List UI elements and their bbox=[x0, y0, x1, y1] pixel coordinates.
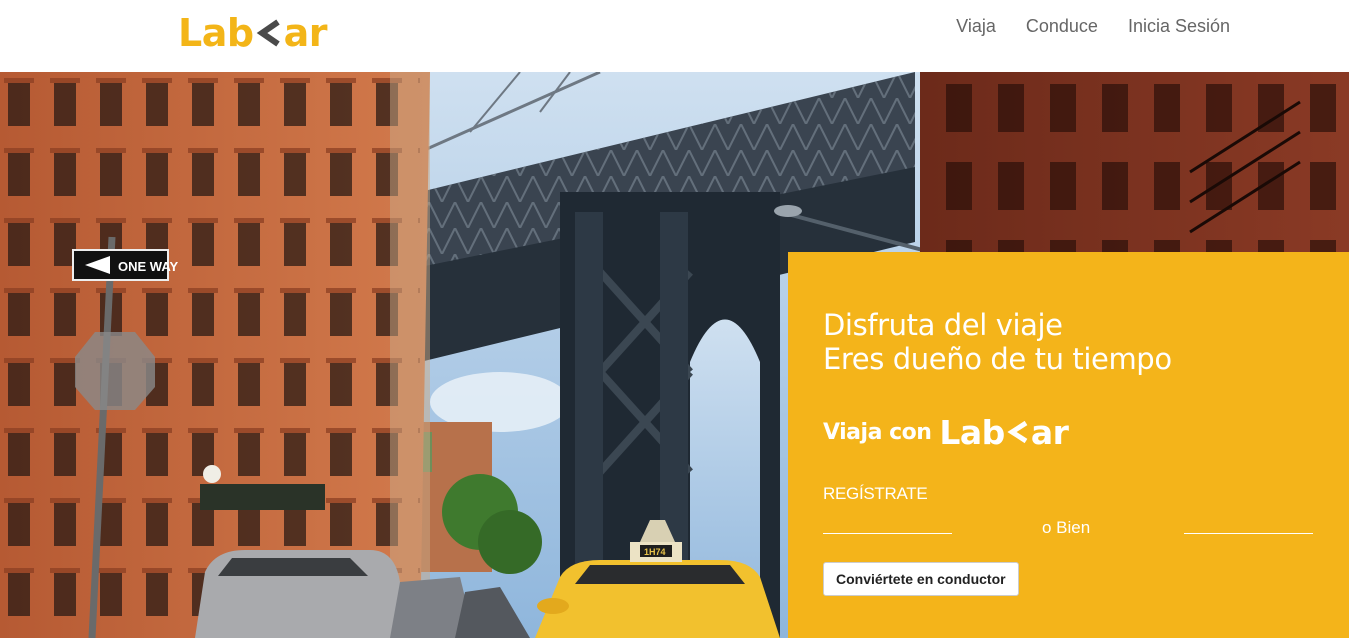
become-driver-button[interactable]: Conviértete en conductor bbox=[823, 562, 1019, 596]
hero-tagline: Disfruta del viaje Eres dueño de tu tiem… bbox=[823, 308, 1172, 376]
chevron-left-icon bbox=[256, 19, 280, 47]
svg-text:ONE WAY: ONE WAY bbox=[118, 259, 179, 274]
divider-left bbox=[823, 533, 952, 534]
tagline-line-1: Disfruta del viaje bbox=[823, 308, 1063, 342]
viaja-con-labcar: Viaja con Lab ar bbox=[823, 412, 1069, 452]
main-nav: Viaja Conduce Inicia Sesión bbox=[956, 14, 1230, 38]
logo-text-suffix: ar bbox=[283, 11, 328, 55]
panel-logo: Lab ar bbox=[939, 412, 1068, 452]
viaja-con-text: Viaja con bbox=[823, 419, 932, 445]
logo-text-prefix: Lab bbox=[178, 11, 254, 55]
nav-link-login[interactable]: Inicia Sesión bbox=[1128, 14, 1230, 38]
tagline-line-2: Eres dueño de tu tiempo bbox=[823, 342, 1172, 376]
or-text: o Bien bbox=[1042, 518, 1091, 537]
top-navbar: Lab ar Viaja Conduce Inicia Sesión bbox=[0, 0, 1349, 72]
nav-link-viaja[interactable]: Viaja bbox=[956, 14, 996, 38]
brand-logo[interactable]: Lab ar bbox=[178, 10, 327, 56]
divider-right bbox=[1184, 533, 1313, 534]
panel-logo-prefix: Lab bbox=[939, 412, 1005, 452]
nav-link-conduce[interactable]: Conduce bbox=[1026, 14, 1098, 38]
hero-section: ONE WAY 1H74 Disfruta del viaje Eres due… bbox=[0, 72, 1349, 638]
panel-logo-suffix: ar bbox=[1030, 412, 1069, 452]
chevron-left-icon bbox=[1007, 420, 1028, 444]
cta-panel: Disfruta del viaje Eres dueño de tu tiem… bbox=[788, 252, 1349, 638]
svg-text:1H74: 1H74 bbox=[644, 547, 666, 557]
register-link[interactable]: REGÍSTRATE bbox=[823, 484, 928, 504]
